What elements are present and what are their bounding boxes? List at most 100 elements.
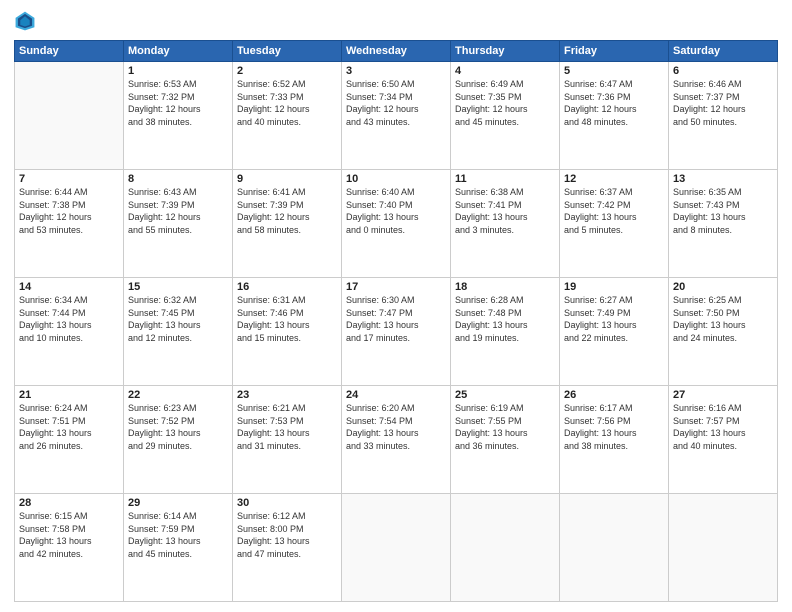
day-number: 16 (237, 281, 337, 293)
calendar-week-row: 28Sunrise: 6:15 AM Sunset: 7:58 PM Dayli… (15, 494, 778, 602)
calendar-cell: 14Sunrise: 6:34 AM Sunset: 7:44 PM Dayli… (15, 278, 124, 386)
day-info: Sunrise: 6:21 AM Sunset: 7:53 PM Dayligh… (237, 402, 337, 452)
day-number: 30 (237, 497, 337, 509)
calendar-cell: 11Sunrise: 6:38 AM Sunset: 7:41 PM Dayli… (451, 170, 560, 278)
day-info: Sunrise: 6:15 AM Sunset: 7:58 PM Dayligh… (19, 510, 119, 560)
day-number: 10 (346, 173, 446, 185)
day-number: 25 (455, 389, 555, 401)
calendar-cell (15, 62, 124, 170)
day-info: Sunrise: 6:49 AM Sunset: 7:35 PM Dayligh… (455, 78, 555, 128)
day-number: 24 (346, 389, 446, 401)
day-info: Sunrise: 6:24 AM Sunset: 7:51 PM Dayligh… (19, 402, 119, 452)
day-number: 7 (19, 173, 119, 185)
day-number: 26 (564, 389, 664, 401)
calendar-cell: 19Sunrise: 6:27 AM Sunset: 7:49 PM Dayli… (560, 278, 669, 386)
day-number: 15 (128, 281, 228, 293)
calendar-cell (669, 494, 778, 602)
header (14, 10, 778, 32)
calendar-cell: 13Sunrise: 6:35 AM Sunset: 7:43 PM Dayli… (669, 170, 778, 278)
day-info: Sunrise: 6:16 AM Sunset: 7:57 PM Dayligh… (673, 402, 773, 452)
day-number: 3 (346, 65, 446, 77)
calendar-cell: 2Sunrise: 6:52 AM Sunset: 7:33 PM Daylig… (233, 62, 342, 170)
day-info: Sunrise: 6:38 AM Sunset: 7:41 PM Dayligh… (455, 186, 555, 236)
day-number: 23 (237, 389, 337, 401)
calendar-cell: 8Sunrise: 6:43 AM Sunset: 7:39 PM Daylig… (124, 170, 233, 278)
weekday-header: Tuesday (233, 41, 342, 62)
calendar-cell: 26Sunrise: 6:17 AM Sunset: 7:56 PM Dayli… (560, 386, 669, 494)
calendar-cell: 9Sunrise: 6:41 AM Sunset: 7:39 PM Daylig… (233, 170, 342, 278)
day-info: Sunrise: 6:41 AM Sunset: 7:39 PM Dayligh… (237, 186, 337, 236)
calendar-cell: 15Sunrise: 6:32 AM Sunset: 7:45 PM Dayli… (124, 278, 233, 386)
day-number: 28 (19, 497, 119, 509)
day-number: 20 (673, 281, 773, 293)
day-info: Sunrise: 6:35 AM Sunset: 7:43 PM Dayligh… (673, 186, 773, 236)
calendar-cell: 25Sunrise: 6:19 AM Sunset: 7:55 PM Dayli… (451, 386, 560, 494)
day-number: 19 (564, 281, 664, 293)
calendar-cell: 17Sunrise: 6:30 AM Sunset: 7:47 PM Dayli… (342, 278, 451, 386)
day-number: 14 (19, 281, 119, 293)
calendar-cell (560, 494, 669, 602)
calendar-cell: 20Sunrise: 6:25 AM Sunset: 7:50 PM Dayli… (669, 278, 778, 386)
day-number: 21 (19, 389, 119, 401)
weekday-header: Saturday (669, 41, 778, 62)
calendar-cell: 10Sunrise: 6:40 AM Sunset: 7:40 PM Dayli… (342, 170, 451, 278)
page: SundayMondayTuesdayWednesdayThursdayFrid… (0, 0, 792, 612)
day-info: Sunrise: 6:14 AM Sunset: 7:59 PM Dayligh… (128, 510, 228, 560)
calendar-cell: 5Sunrise: 6:47 AM Sunset: 7:36 PM Daylig… (560, 62, 669, 170)
day-number: 9 (237, 173, 337, 185)
day-info: Sunrise: 6:37 AM Sunset: 7:42 PM Dayligh… (564, 186, 664, 236)
day-info: Sunrise: 6:44 AM Sunset: 7:38 PM Dayligh… (19, 186, 119, 236)
calendar-cell (342, 494, 451, 602)
day-number: 29 (128, 497, 228, 509)
calendar-cell: 22Sunrise: 6:23 AM Sunset: 7:52 PM Dayli… (124, 386, 233, 494)
day-info: Sunrise: 6:27 AM Sunset: 7:49 PM Dayligh… (564, 294, 664, 344)
day-info: Sunrise: 6:30 AM Sunset: 7:47 PM Dayligh… (346, 294, 446, 344)
day-info: Sunrise: 6:17 AM Sunset: 7:56 PM Dayligh… (564, 402, 664, 452)
day-info: Sunrise: 6:47 AM Sunset: 7:36 PM Dayligh… (564, 78, 664, 128)
calendar-cell: 23Sunrise: 6:21 AM Sunset: 7:53 PM Dayli… (233, 386, 342, 494)
calendar-cell: 1Sunrise: 6:53 AM Sunset: 7:32 PM Daylig… (124, 62, 233, 170)
calendar-cell: 24Sunrise: 6:20 AM Sunset: 7:54 PM Dayli… (342, 386, 451, 494)
day-number: 1 (128, 65, 228, 77)
calendar-cell: 12Sunrise: 6:37 AM Sunset: 7:42 PM Dayli… (560, 170, 669, 278)
day-number: 2 (237, 65, 337, 77)
calendar-cell: 6Sunrise: 6:46 AM Sunset: 7:37 PM Daylig… (669, 62, 778, 170)
day-info: Sunrise: 6:53 AM Sunset: 7:32 PM Dayligh… (128, 78, 228, 128)
calendar-cell: 27Sunrise: 6:16 AM Sunset: 7:57 PM Dayli… (669, 386, 778, 494)
weekday-header: Sunday (15, 41, 124, 62)
calendar-week-row: 7Sunrise: 6:44 AM Sunset: 7:38 PM Daylig… (15, 170, 778, 278)
logo-icon (14, 10, 36, 32)
day-number: 13 (673, 173, 773, 185)
day-info: Sunrise: 6:46 AM Sunset: 7:37 PM Dayligh… (673, 78, 773, 128)
weekday-header: Wednesday (342, 41, 451, 62)
day-number: 5 (564, 65, 664, 77)
calendar-cell: 18Sunrise: 6:28 AM Sunset: 7:48 PM Dayli… (451, 278, 560, 386)
calendar-cell: 16Sunrise: 6:31 AM Sunset: 7:46 PM Dayli… (233, 278, 342, 386)
calendar-cell: 7Sunrise: 6:44 AM Sunset: 7:38 PM Daylig… (15, 170, 124, 278)
day-number: 6 (673, 65, 773, 77)
calendar-cell: 30Sunrise: 6:12 AM Sunset: 8:00 PM Dayli… (233, 494, 342, 602)
day-info: Sunrise: 6:31 AM Sunset: 7:46 PM Dayligh… (237, 294, 337, 344)
day-info: Sunrise: 6:12 AM Sunset: 8:00 PM Dayligh… (237, 510, 337, 560)
day-number: 18 (455, 281, 555, 293)
day-info: Sunrise: 6:40 AM Sunset: 7:40 PM Dayligh… (346, 186, 446, 236)
calendar-cell: 3Sunrise: 6:50 AM Sunset: 7:34 PM Daylig… (342, 62, 451, 170)
weekday-header: Friday (560, 41, 669, 62)
day-number: 17 (346, 281, 446, 293)
day-info: Sunrise: 6:43 AM Sunset: 7:39 PM Dayligh… (128, 186, 228, 236)
calendar-cell: 4Sunrise: 6:49 AM Sunset: 7:35 PM Daylig… (451, 62, 560, 170)
day-info: Sunrise: 6:25 AM Sunset: 7:50 PM Dayligh… (673, 294, 773, 344)
day-number: 8 (128, 173, 228, 185)
calendar-week-row: 21Sunrise: 6:24 AM Sunset: 7:51 PM Dayli… (15, 386, 778, 494)
weekday-header: Thursday (451, 41, 560, 62)
calendar-table: SundayMondayTuesdayWednesdayThursdayFrid… (14, 40, 778, 602)
day-number: 11 (455, 173, 555, 185)
day-info: Sunrise: 6:19 AM Sunset: 7:55 PM Dayligh… (455, 402, 555, 452)
day-info: Sunrise: 6:32 AM Sunset: 7:45 PM Dayligh… (128, 294, 228, 344)
calendar-cell: 21Sunrise: 6:24 AM Sunset: 7:51 PM Dayli… (15, 386, 124, 494)
calendar-week-row: 14Sunrise: 6:34 AM Sunset: 7:44 PM Dayli… (15, 278, 778, 386)
calendar-week-row: 1Sunrise: 6:53 AM Sunset: 7:32 PM Daylig… (15, 62, 778, 170)
day-info: Sunrise: 6:28 AM Sunset: 7:48 PM Dayligh… (455, 294, 555, 344)
logo (14, 10, 40, 32)
day-number: 4 (455, 65, 555, 77)
